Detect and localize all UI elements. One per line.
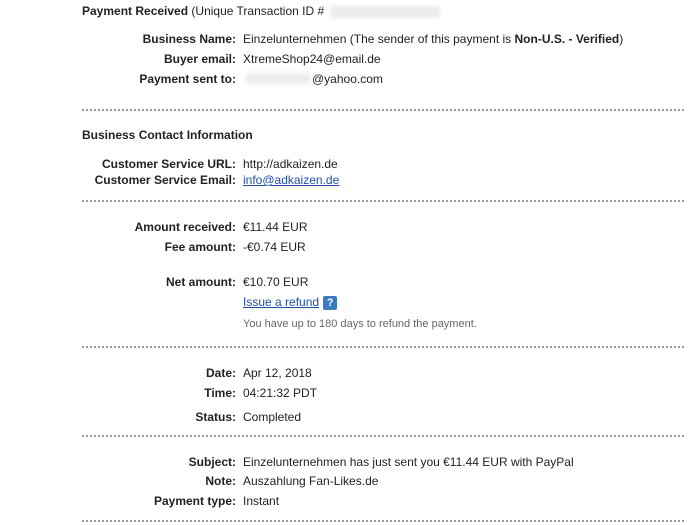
business-name-label: Business Name: bbox=[142, 32, 236, 46]
subject-value: Einzelunternehmen has just sent you €11.… bbox=[243, 455, 574, 469]
payment-type-value: Instant bbox=[243, 494, 280, 508]
net-amount-label: Net amount: bbox=[166, 275, 236, 289]
separator-2 bbox=[82, 200, 684, 202]
customer-service-url-label: Customer Service URL: bbox=[101, 157, 236, 171]
customer-service-email-label: Customer Service Email: bbox=[94, 173, 236, 187]
status-label: Status: bbox=[195, 410, 236, 424]
redacted-transaction-id bbox=[330, 6, 440, 18]
subject-label: Subject: bbox=[188, 455, 236, 469]
sender-status: Non-U.S. - Verified bbox=[514, 32, 620, 46]
help-icon[interactable]: ? bbox=[323, 295, 338, 310]
status-value: Completed bbox=[243, 410, 302, 424]
separator-1 bbox=[82, 109, 684, 111]
customer-service-url-value: http://adkaizen.de bbox=[243, 157, 338, 171]
payment-type-label: Payment type: bbox=[153, 494, 236, 508]
time-value: 04:21:32 PDT bbox=[243, 386, 318, 400]
payment-received-title: Payment Received bbox=[82, 4, 189, 18]
note-value: Auszahlung Fan-Likes.de bbox=[243, 474, 379, 488]
customer-service-email-link[interactable]: info@adkaizen.de bbox=[243, 173, 339, 187]
buyer-email-label: Buyer email: bbox=[163, 52, 236, 66]
business-name: Einzelunternehmen bbox=[243, 32, 347, 46]
contact-section-title: Business Contact Information bbox=[82, 128, 253, 142]
separator-5 bbox=[82, 520, 684, 522]
net-amount-value: €10.70 EUR bbox=[243, 275, 309, 289]
redacted-recipient bbox=[246, 73, 310, 84]
date-value: Apr 12, 2018 bbox=[243, 366, 312, 380]
buyer-email-value: XtremeShop24@email.de bbox=[243, 52, 381, 66]
note-label: Note: bbox=[205, 474, 236, 488]
business-name-value: Einzelunternehmen (The sender of this pa… bbox=[243, 32, 623, 46]
transaction-id-label: (Unique Transaction ID # bbox=[191, 4, 325, 18]
payment-sent-to-label: Payment sent to: bbox=[139, 72, 236, 86]
amount-received-label: Amount received: bbox=[134, 220, 236, 234]
separator-4 bbox=[82, 435, 684, 437]
amount-received-value: €11.44 EUR bbox=[243, 220, 308, 234]
payment-header: Payment Received (Unique Transaction ID … bbox=[82, 4, 324, 18]
sender-note-prefix: (The sender of this payment is bbox=[349, 32, 512, 46]
refund-note: You have up to 180 days to refund the pa… bbox=[243, 318, 477, 330]
refund-row: Issue a refund? bbox=[243, 295, 338, 310]
fee-amount-value: -€0.74 EUR bbox=[243, 240, 306, 254]
time-label: Time: bbox=[204, 386, 236, 400]
date-label: Date: bbox=[205, 366, 236, 380]
sender-note-suffix: ) bbox=[619, 32, 624, 46]
fee-amount-label: Fee amount: bbox=[164, 240, 236, 254]
payment-sent-to-value: @yahoo.com bbox=[312, 72, 383, 86]
issue-refund-link[interactable]: Issue a refund bbox=[243, 295, 319, 309]
separator-3 bbox=[82, 346, 684, 348]
